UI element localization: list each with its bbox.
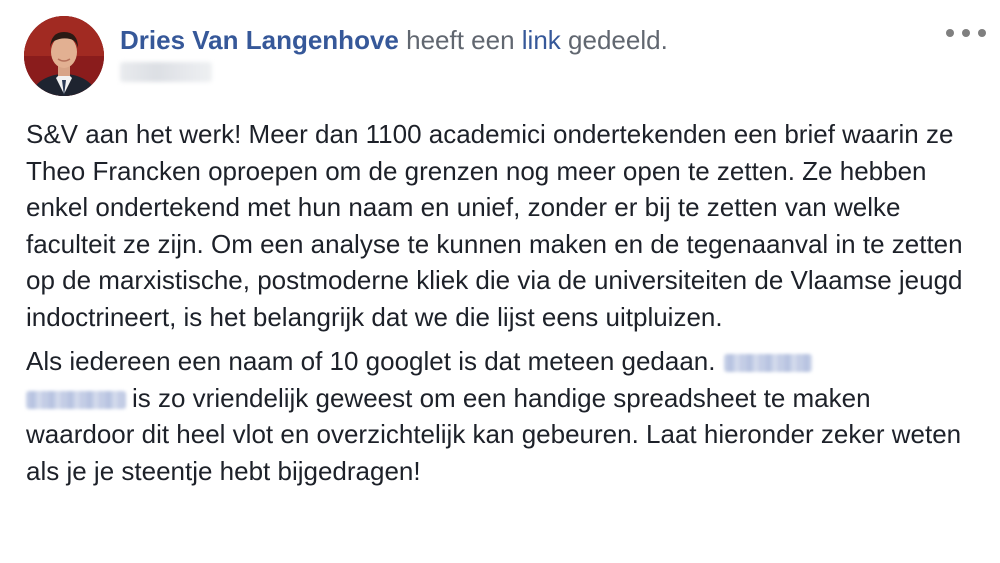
post-paragraph-1: S&V aan het werk! Meer dan 1100 academic… [26,119,963,332]
post-body: S&V aan het werk! Meer dan 1100 academic… [26,116,981,489]
more-options-button[interactable] [946,22,986,44]
author-name[interactable]: Dries Van Langenhove [120,25,399,55]
shared-link[interactable]: link [522,25,561,55]
action-text-before: heeft een [406,25,515,55]
avatar[interactable] [24,16,104,96]
profile-photo-icon [24,16,104,96]
facebook-post: Dries Van Langenhove heeft een link gede… [0,0,1000,563]
mention-redacted-first[interactable] [723,354,812,373]
more-horizontal-icon [978,29,986,37]
paragraph-2-start: Als iedereen een naam of 10 googlet is d… [26,346,716,376]
paragraph-2-end: is zo vriendelijk geweest om een handige… [26,382,962,486]
action-text-after: gedeeld. [568,25,668,55]
timestamp-redacted[interactable] [120,62,212,82]
more-horizontal-icon [946,29,954,37]
mention-redacted-last[interactable] [26,390,126,409]
post-paragraph-2: Als iedereen een naam of 10 googlet is d… [26,343,981,489]
more-horizontal-icon [962,29,970,37]
post-header: Dries Van Langenhove heeft een link gede… [120,24,668,56]
